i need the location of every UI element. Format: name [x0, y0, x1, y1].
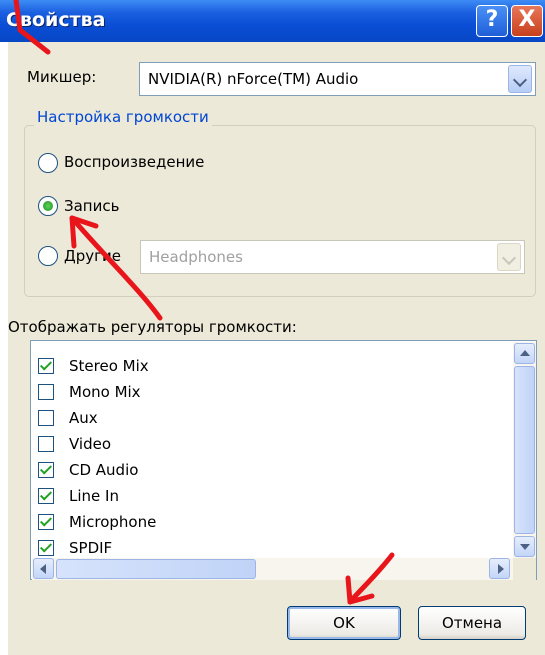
properties-dialog: Свойства ? X Микшер: NVIDIA(R) nForce(TM…: [0, 0, 545, 655]
annotation-arrow-top: [13, 0, 51, 55]
annotation-overlay: [13, 0, 395, 605]
annotation-arrow-radio: [69, 215, 163, 321]
